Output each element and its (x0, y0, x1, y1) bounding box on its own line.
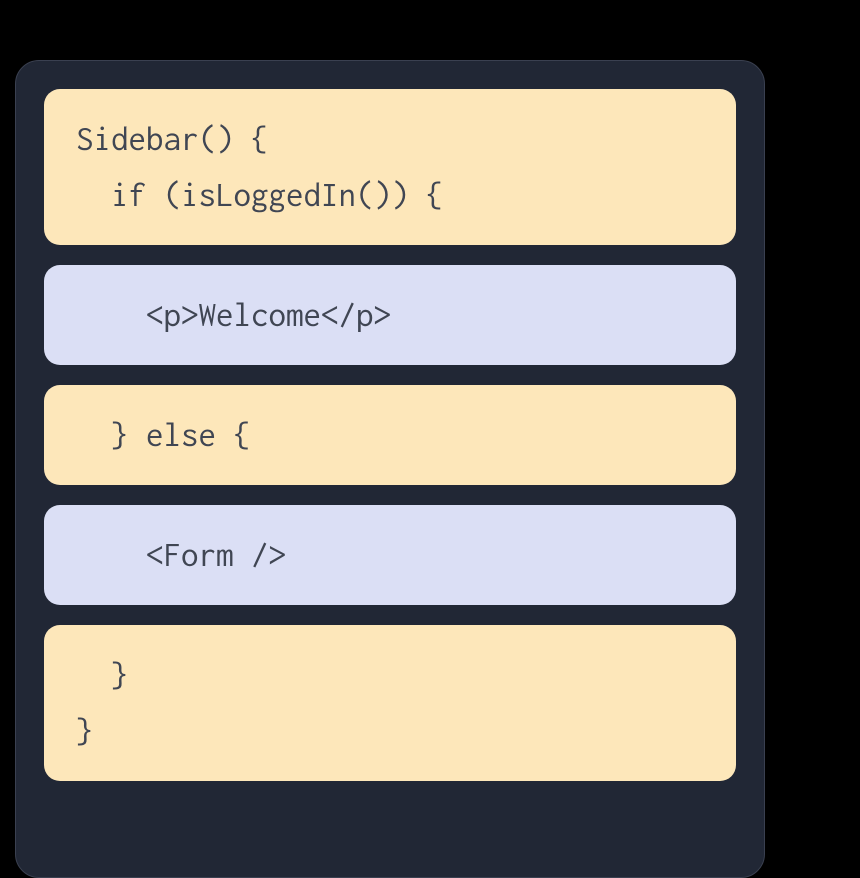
code-line: Sidebar() { (76, 120, 269, 157)
code-block-else: } else { (44, 385, 736, 485)
code-line: } (76, 712, 94, 749)
code-line: <p>Welcome</p> (76, 296, 391, 333)
code-line: } (76, 656, 129, 693)
code-block-welcome: <p>Welcome</p> (44, 265, 736, 365)
code-line: } else { (76, 416, 251, 453)
code-line: <Form /> (76, 536, 286, 573)
code-block-form: <Form /> (44, 505, 736, 605)
code-diagram-container: Sidebar() { if (isLoggedIn()) { <p>Welco… (15, 60, 765, 878)
code-block-closing-braces: } } (44, 625, 736, 781)
code-line: if (isLoggedIn()) { (76, 176, 444, 213)
code-block-sidebar-if: Sidebar() { if (isLoggedIn()) { (44, 89, 736, 245)
